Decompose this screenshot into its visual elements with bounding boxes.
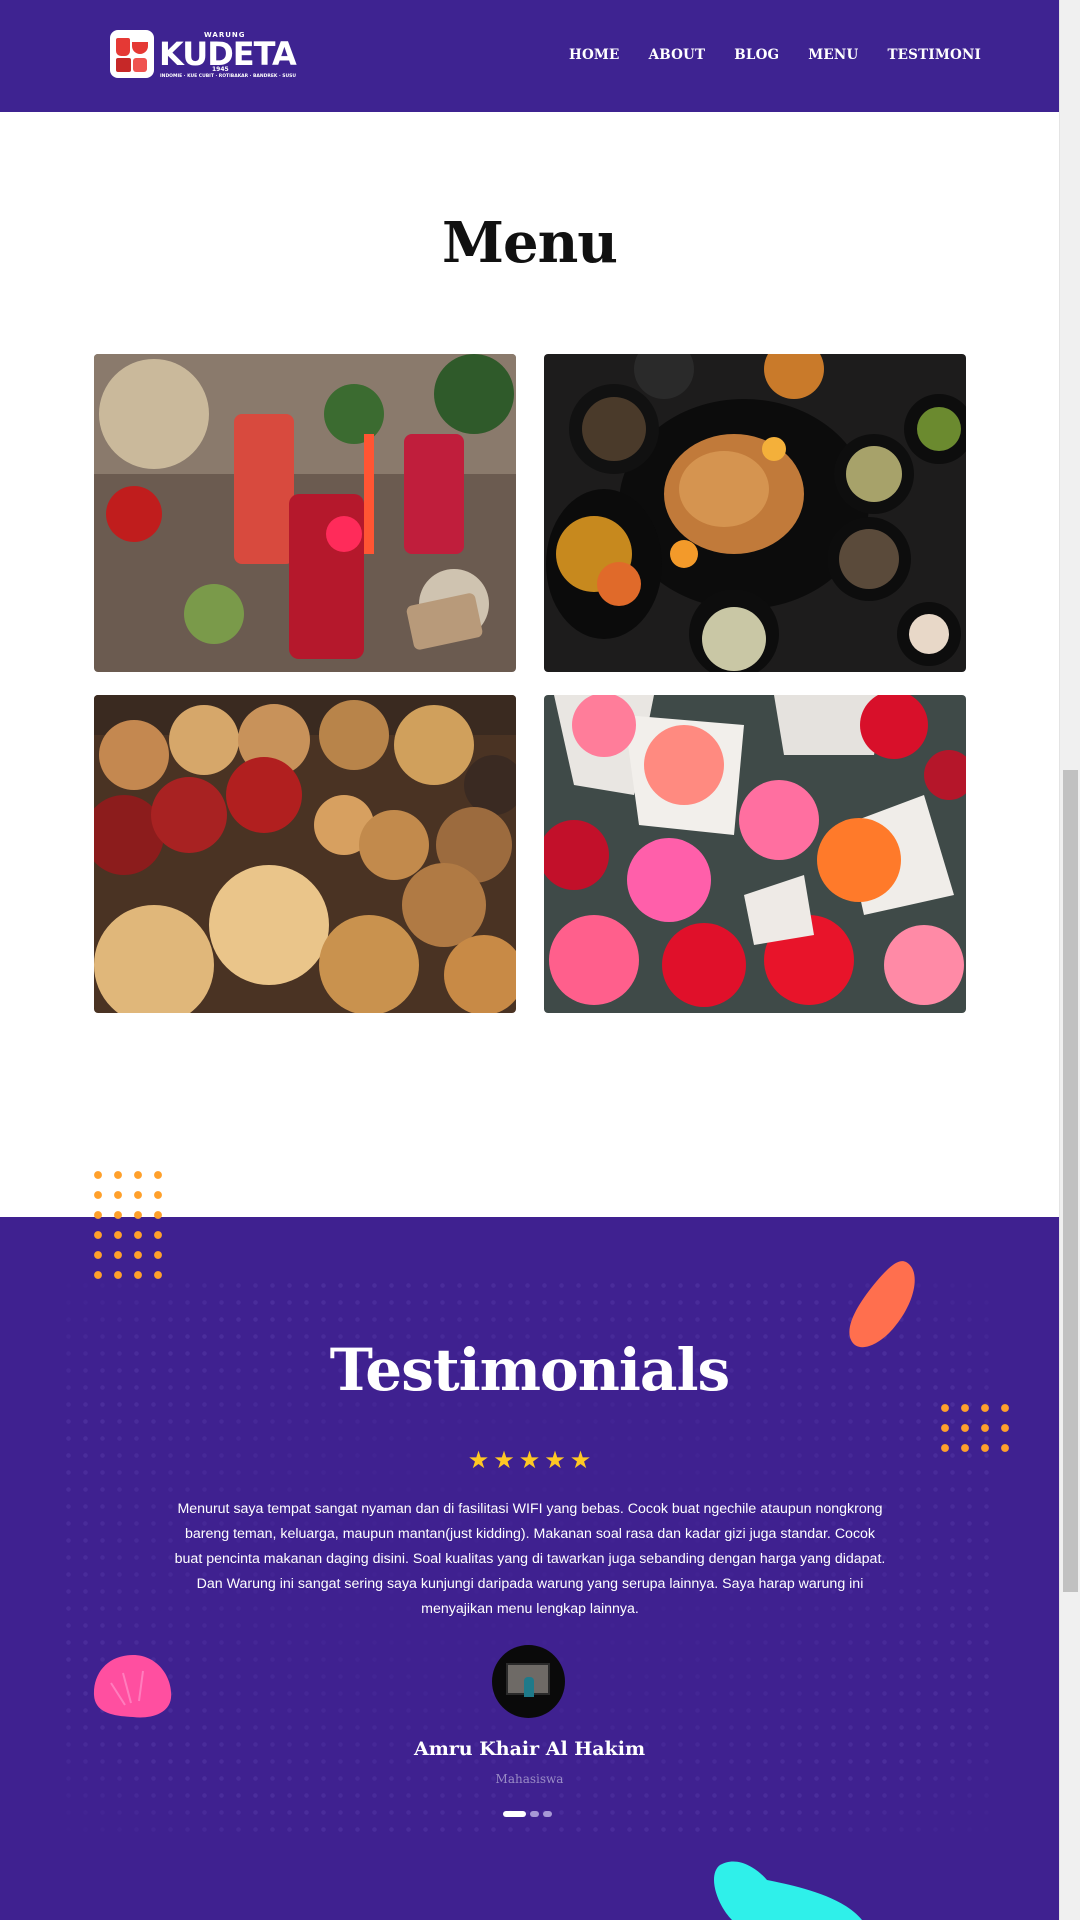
orange-dots-decoration-left bbox=[88, 1165, 168, 1290]
menu-section-title: Menu bbox=[441, 210, 618, 276]
nav-testimoni[interactable]: TESTIMONI bbox=[887, 47, 981, 63]
author-name: Amru Khair Al Hakim bbox=[413, 1738, 646, 1760]
pager-dot[interactable] bbox=[530, 1811, 539, 1817]
carousel-pager bbox=[503, 1811, 556, 1817]
logo-tagline: INDOMIE · KUE CUBIT · ROTIBAKAR · BANDRE… bbox=[160, 74, 297, 79]
logo-badge-icon bbox=[110, 30, 154, 78]
menu-item-pastries-image[interactable] bbox=[94, 695, 516, 1013]
menu-item-flowers-image[interactable] bbox=[544, 695, 966, 1013]
cyan-blob-shape bbox=[713, 1861, 862, 1920]
main-nav: HOME ABOUT BLOG MENU TESTIMONI bbox=[569, 47, 981, 63]
pink-blob-shape bbox=[93, 1655, 172, 1718]
author-role: Mahasiswa bbox=[495, 1772, 564, 1786]
menu-item-drinks-image[interactable] bbox=[94, 354, 516, 672]
site-header: WARUNG KUDETA 1945 INDOMIE · KUE CUBIT ·… bbox=[0, 0, 1059, 112]
menu-item-chicken-image[interactable] bbox=[544, 354, 966, 672]
nav-menu[interactable]: MENU bbox=[808, 47, 858, 63]
star-icon: ★ bbox=[467, 1446, 490, 1474]
author-avatar bbox=[492, 1645, 565, 1718]
logo-year: 1945 bbox=[212, 66, 229, 73]
star-icon: ★ bbox=[518, 1446, 541, 1474]
testimonial-quote: Menurut saya tempat sangat nyaman dan di… bbox=[174, 1501, 886, 1617]
pager-dot[interactable] bbox=[543, 1811, 552, 1817]
star-rating: ★ ★ ★ ★ ★ bbox=[0, 1446, 1059, 1474]
testimonials-title: Testimonials bbox=[329, 1336, 730, 1404]
scrollbar-thumb[interactable] bbox=[1063, 770, 1078, 1592]
star-icon: ★ bbox=[544, 1446, 566, 1474]
nav-blog[interactable]: BLOG bbox=[734, 47, 779, 63]
vertical-scrollbar[interactable] bbox=[1059, 0, 1080, 1920]
nav-home[interactable]: HOME bbox=[569, 47, 620, 63]
nav-about[interactable]: ABOUT bbox=[649, 47, 706, 63]
kudeta-logo[interactable]: WARUNG KUDETA 1945 INDOMIE · KUE CUBIT ·… bbox=[110, 30, 297, 82]
pager-dot-active[interactable] bbox=[503, 1811, 526, 1817]
star-icon: ★ bbox=[493, 1446, 515, 1474]
star-icon: ★ bbox=[569, 1446, 592, 1474]
